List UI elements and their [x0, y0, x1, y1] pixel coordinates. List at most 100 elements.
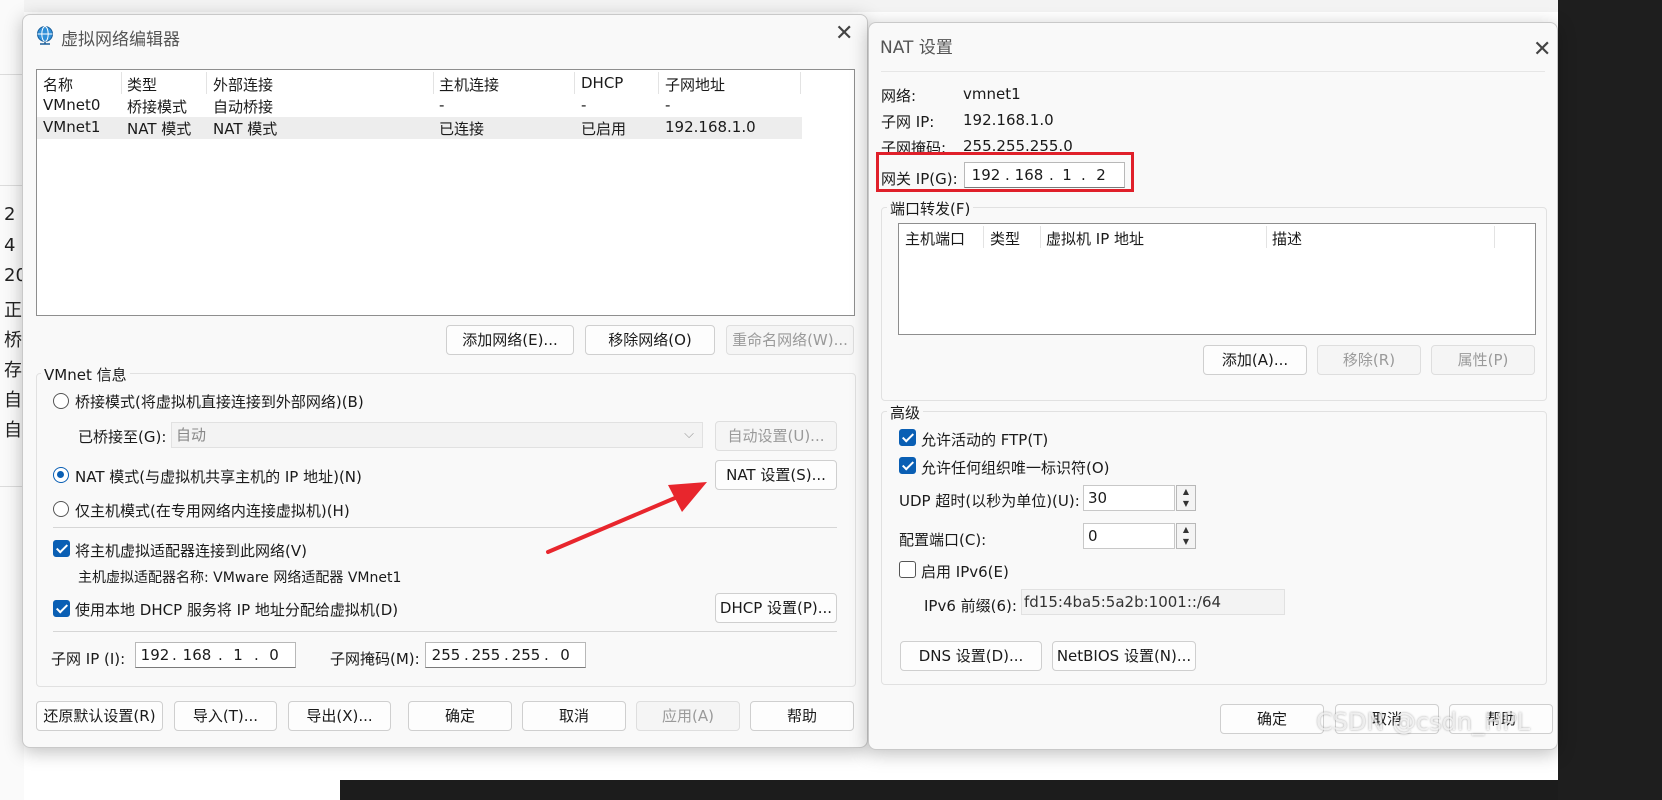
background-divider	[0, 74, 24, 75]
udp-timeout-spinner[interactable]: ▲ ▼	[1176, 485, 1196, 511]
connect-adapter-label[interactable]: 将主机虚拟适配器连接到此网络(V)	[75, 540, 307, 561]
bridge-mode-radio[interactable]	[53, 393, 69, 409]
allow-ftp-label[interactable]: 允许活动的 FTP(T)	[921, 429, 1048, 450]
udp-timeout-input[interactable]: 30	[1083, 485, 1175, 511]
column-header-host[interactable]: 主机连接	[439, 74, 499, 95]
subnet-mask-input[interactable]: 255 . 255 . 255 . 0	[425, 642, 586, 668]
subnet-ip-label: 子网 IP (I):	[51, 650, 126, 668]
ip-octet: 0	[269, 646, 279, 664]
column-header-name[interactable]: 名称	[43, 74, 73, 95]
config-port-spinner[interactable]: ▲ ▼	[1176, 523, 1196, 549]
ipv6-prefix-value: fd15:4ba5:5a2b:1001::/64	[1024, 593, 1222, 611]
vmnet-info-title: VMnet 信息	[41, 364, 130, 385]
dns-settings-button[interactable]: DNS 设置(D)...	[900, 641, 1042, 671]
watermark: CSDN @csdn_HPL	[1316, 708, 1531, 736]
apply-button[interactable]: 应用(A)	[636, 701, 740, 731]
restore-defaults-button[interactable]: 还原默认设置(R)	[36, 701, 163, 731]
bridged-to-select[interactable]: 自动 ⌵	[171, 422, 703, 448]
network-globe-icon	[35, 25, 55, 49]
column-separator	[983, 226, 984, 248]
ip-dot: .	[504, 646, 509, 664]
spin-down-icon[interactable]: ▼	[1177, 536, 1195, 548]
ip-octet: 255	[431, 646, 461, 664]
udp-timeout-value: 30	[1088, 489, 1108, 507]
close-icon[interactable]: ✕	[835, 23, 853, 45]
allow-oui-label[interactable]: 允许任何组织唯一标识符(O)	[921, 457, 1110, 478]
column-separator	[121, 72, 122, 94]
port-properties-button[interactable]: 属性(P)	[1431, 345, 1535, 375]
close-icon[interactable]: ✕	[1533, 39, 1551, 61]
dhcp-settings-button[interactable]: DHCP 设置(P)...	[715, 593, 837, 623]
column-separator	[574, 72, 575, 94]
column-header-type[interactable]: 类型	[127, 74, 157, 95]
background-text: 2 (	[4, 204, 24, 225]
ip-dot: .	[254, 646, 259, 664]
ipv6-prefix-input[interactable]: fd15:4ba5:5a2b:1001::/64	[1021, 589, 1285, 615]
help-button[interactable]: 帮助	[750, 701, 854, 731]
column-header-external[interactable]: 外部连接	[213, 74, 273, 95]
annotation-arrow	[546, 482, 707, 554]
nat-settings-button[interactable]: NAT 设置(S)...	[715, 460, 837, 490]
background-text: 存	[4, 360, 22, 381]
ok-button[interactable]: 确定	[1220, 704, 1324, 734]
bridged-to-label: 已桥接至(G):	[78, 428, 167, 446]
cell-name: VMnet0	[43, 96, 101, 114]
export-button[interactable]: 导出(X)...	[288, 701, 391, 731]
background-right-panel	[1558, 0, 1662, 800]
column-header-type[interactable]: 类型	[990, 228, 1020, 249]
ip-dot: .	[544, 646, 549, 664]
add-port-button[interactable]: 添加(A)...	[1203, 345, 1307, 375]
host-only-label[interactable]: 仅主机模式(在专用网络内连接虚拟机)(H)	[75, 500, 350, 521]
column-separator	[658, 72, 659, 94]
window-title: 虚拟网络编辑器	[61, 30, 180, 50]
virtual-network-editor-window: 虚拟网络编辑器 ✕ 名称 类型 外部连接 主机连接 DHCP 子网地址 VMne…	[22, 14, 868, 748]
allow-ftp-checkbox[interactable]	[899, 429, 916, 446]
enable-ipv6-label[interactable]: 启用 IPv6(E)	[921, 561, 1009, 582]
import-button[interactable]: 导入(T)...	[174, 701, 277, 731]
background-bottom-bar	[340, 780, 1662, 800]
cancel-button[interactable]: 取消	[522, 701, 626, 731]
cell-host: 已连接	[439, 120, 485, 138]
spin-down-icon[interactable]: ▼	[1177, 498, 1195, 510]
column-header-subnet[interactable]: 子网地址	[665, 74, 725, 95]
remove-port-button[interactable]: 移除(R)	[1317, 345, 1421, 375]
rename-network-button[interactable]: 重命名网络(W)...	[726, 325, 854, 355]
ok-button[interactable]: 确定	[408, 701, 512, 731]
enable-ipv6-checkbox[interactable]	[899, 561, 916, 578]
connect-adapter-checkbox[interactable]	[53, 540, 70, 557]
use-dhcp-label[interactable]: 使用本地 DHCP 服务将 IP 地址分配给虚拟机(D)	[75, 599, 398, 620]
section-divider	[53, 631, 837, 632]
spin-up-icon[interactable]: ▲	[1177, 524, 1195, 536]
column-separator	[433, 72, 434, 94]
table-row-selected[interactable]: VMnet1 NAT 模式 NAT 模式 已连接 已启用 192.168.1.0	[37, 117, 802, 139]
host-only-radio[interactable]	[53, 501, 69, 517]
use-dhcp-checkbox[interactable]	[53, 600, 70, 617]
bridged-to-value: 自动	[176, 426, 207, 444]
add-network-button[interactable]: 添加网络(E)...	[446, 325, 574, 355]
nat-mode-radio[interactable]	[53, 467, 69, 483]
column-header-dhcp[interactable]: DHCP	[581, 74, 623, 92]
bridge-mode-label[interactable]: 桥接模式(将虚拟机直接连接到外部网络)(B)	[75, 391, 364, 412]
background-text: 正	[4, 300, 22, 321]
cell-external: NAT 模式	[213, 120, 278, 138]
allow-oui-checkbox[interactable]	[899, 457, 916, 474]
remove-network-button[interactable]: 移除网络(O)	[585, 325, 715, 355]
title-divider	[881, 71, 1545, 72]
column-header-host-port[interactable]: 主机端口	[905, 228, 965, 249]
ip-octet: 168	[182, 646, 212, 664]
ip-dot: .	[218, 646, 223, 664]
column-header-vm-ip[interactable]: 虚拟机 IP 地址	[1046, 228, 1144, 249]
cell-name: VMnet1	[43, 118, 101, 136]
nat-mode-label[interactable]: NAT 模式(与虚拟机共享主机的 IP 地址)(N)	[75, 466, 362, 487]
column-header-description[interactable]: 描述	[1272, 228, 1302, 249]
auto-settings-button[interactable]: 自动设置(U)...	[715, 421, 837, 451]
netbios-settings-button[interactable]: NetBIOS 设置(N)...	[1052, 641, 1196, 671]
spin-up-icon[interactable]: ▲	[1177, 486, 1195, 498]
subnet-ip-input[interactable]: 192 . 168 . 1 . 0	[135, 642, 296, 668]
cell-dhcp: 已启用	[581, 120, 627, 138]
table-row[interactable]: VMnet0 桥接模式 自动桥接 - - -	[37, 96, 802, 118]
ip-dot: .	[172, 646, 177, 664]
column-separator	[1040, 226, 1041, 248]
config-port-input[interactable]: 0	[1083, 523, 1175, 549]
subnet-ip-value: 192.168.1.0	[963, 111, 1054, 129]
